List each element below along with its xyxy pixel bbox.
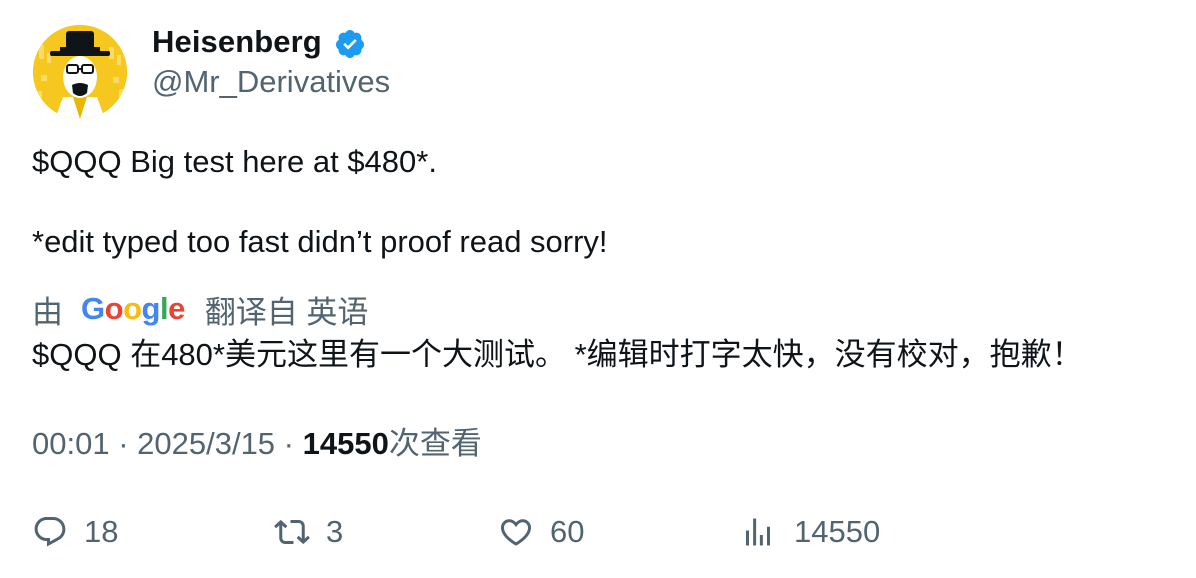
views-label: 次查看 xyxy=(388,426,482,461)
retweet-count: 3 xyxy=(326,514,344,549)
views-count: 14550 xyxy=(302,426,389,461)
retweet-icon xyxy=(274,519,310,545)
reply-count: 18 xyxy=(84,514,119,549)
tweet-text-line-1: $QQQ Big test here at $480*. xyxy=(32,144,437,179)
display-name[interactable]: Heisenberg xyxy=(152,22,322,62)
translation-attribution: 由 Google 翻译自 英语 xyxy=(32,287,368,331)
translated-by-label: 由 xyxy=(32,294,63,330)
tweet-meta: 00:01 · 2025/3/15 · 14550次查看 xyxy=(32,424,482,464)
google-logo-letter: g xyxy=(141,291,161,326)
like-count: 60 xyxy=(550,514,585,549)
tweet-date[interactable]: 2025/3/15 xyxy=(137,426,275,461)
views-icon xyxy=(746,518,770,546)
reply-button[interactable]: 18 xyxy=(32,510,118,554)
views-action-count: 14550 xyxy=(794,514,881,549)
like-button[interactable]: 60 xyxy=(498,510,584,554)
tweet-card: Heisenberg @Mr_Derivatives $QQQ Big test… xyxy=(0,0,1196,578)
translated-text: $QQQ 在480*美元这里有一个大测试。 *编辑时打字太快，没有校对，抱歉！ xyxy=(32,337,1083,372)
google-logo-letter: l xyxy=(159,291,169,326)
like-icon xyxy=(500,519,532,546)
avatar-icon xyxy=(33,25,127,119)
google-logo-letter: o xyxy=(104,291,124,326)
google-logo-letter: G xyxy=(81,291,105,326)
avatar[interactable] xyxy=(33,25,127,119)
views-button[interactable]: 14550 xyxy=(740,510,880,554)
meta-separator: · xyxy=(275,426,303,461)
meta-separator: · xyxy=(109,426,138,461)
google-logo-letter: o xyxy=(123,291,142,326)
google-logo-letter: e xyxy=(168,291,185,326)
verified-badge-icon[interactable] xyxy=(334,28,366,60)
translated-from-label: 翻译自 英语 xyxy=(204,294,369,330)
reply-icon xyxy=(34,517,66,547)
tweet-time[interactable]: 00:01 xyxy=(32,426,110,461)
google-logo[interactable]: Google xyxy=(81,291,185,327)
retweet-button[interactable]: 3 xyxy=(274,510,343,554)
author-handle[interactable]: @Mr_Derivatives xyxy=(152,62,390,102)
tweet-text-line-2: *edit typed too fast didn’t proof read s… xyxy=(32,224,608,259)
